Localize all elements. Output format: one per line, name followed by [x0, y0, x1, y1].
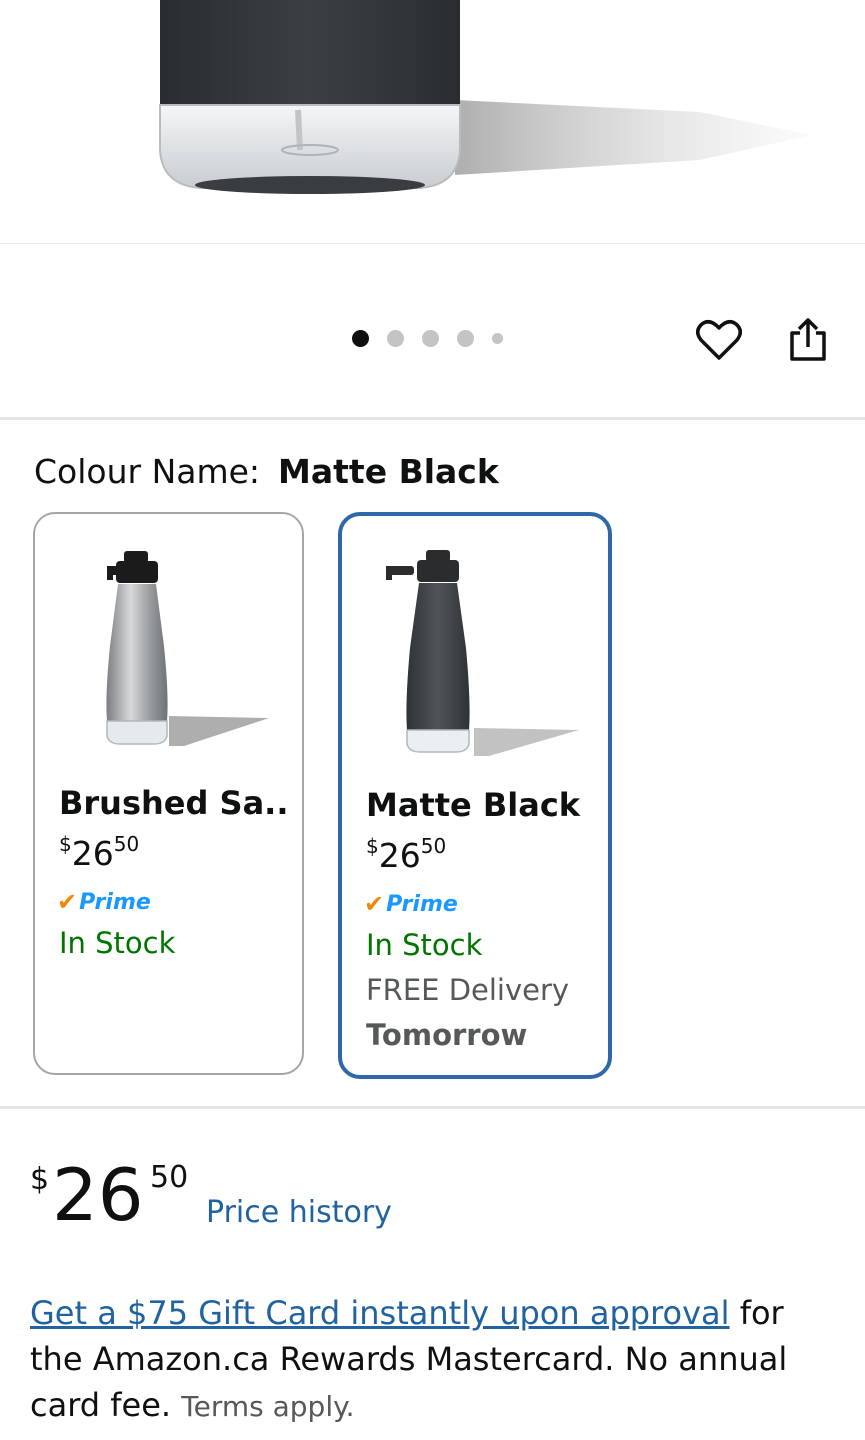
- prime-label: Prime: [79, 889, 151, 915]
- swatch-price-cents: 50: [113, 832, 140, 856]
- credit-card-promo: Get a $75 Gift Card instantly upon appro…: [30, 1290, 830, 1430]
- carousel-dot[interactable]: [422, 330, 439, 347]
- product-image[interactable]: [0, 0, 865, 244]
- product-image-graphic: [159, 0, 812, 194]
- swatch-price-whole: 26: [378, 836, 421, 875]
- swatch-name: Matte Black: [366, 786, 581, 824]
- colour-label: Colour Name:: [34, 452, 261, 491]
- colour-selected-value: Matte Black: [278, 452, 499, 491]
- price-whole: 26: [52, 1153, 144, 1237]
- share-button[interactable]: [784, 316, 832, 364]
- prime-check-icon: ✔: [57, 888, 78, 916]
- delivery-info: FREE Delivery: [366, 973, 570, 1007]
- carousel-dot[interactable]: [457, 330, 474, 347]
- stock-status: In Stock: [366, 928, 483, 962]
- swatch-price-currency: $: [366, 834, 379, 858]
- prime-check-icon: ✔: [364, 890, 385, 918]
- prime-badge: ✔ Prime: [57, 888, 151, 916]
- carousel-dot[interactable]: [352, 330, 369, 347]
- colour-name-row: Colour Name: Matte Black: [34, 452, 499, 491]
- price-cents: 50: [150, 1160, 189, 1195]
- price-history-link[interactable]: Price history: [206, 1195, 392, 1230]
- swatch-price: $2650: [59, 832, 139, 873]
- swatch-card-matte-black[interactable]: Matte Black $2650 ✔ Prime In Stock FREE D…: [338, 512, 612, 1079]
- carousel-indicator[interactable]: [352, 330, 503, 347]
- swatch-name: Brushed Sa...: [59, 784, 289, 822]
- price-currency: $: [30, 1162, 50, 1197]
- section-divider: [0, 417, 865, 420]
- section-divider: [0, 1106, 865, 1109]
- prime-label: Prime: [386, 891, 458, 917]
- wishlist-button[interactable]: [695, 316, 743, 364]
- carousel-dot[interactable]: [387, 330, 404, 347]
- carousel-dot[interactable]: [492, 333, 503, 344]
- gift-card-offer-link[interactable]: Get a $75 Gift Card instantly upon appro…: [30, 1294, 730, 1332]
- swatch-price-currency: $: [59, 832, 72, 856]
- delivery-day: Tomorrow: [366, 1018, 528, 1052]
- swatch-price-cents: 50: [420, 834, 447, 858]
- prime-badge: ✔ Prime: [364, 890, 458, 918]
- stock-status: In Stock: [59, 926, 176, 960]
- terms-link[interactable]: Terms apply.: [181, 1390, 354, 1423]
- swatch-card-brushed[interactable]: Brushed Sa... $2650 ✔ Prime In Stock: [33, 512, 304, 1075]
- heart-icon: [696, 320, 742, 360]
- share-icon: [790, 318, 826, 361]
- swatch-thumbnail: [106, 551, 269, 746]
- swatch-price-whole: 26: [71, 834, 114, 873]
- swatch-price: $2650: [366, 834, 446, 875]
- swatch-thumbnail: [386, 550, 579, 756]
